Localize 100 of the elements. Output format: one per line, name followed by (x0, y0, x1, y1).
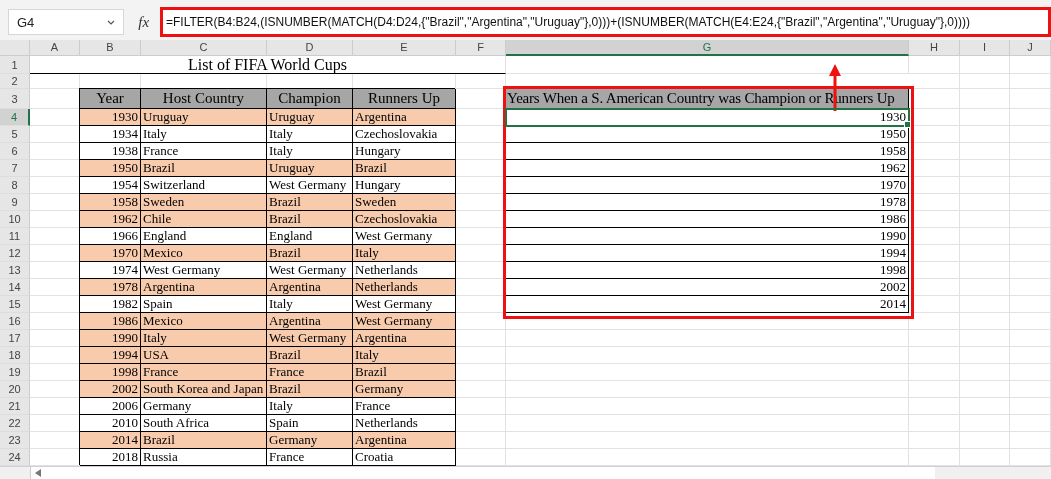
grid-cell[interactable] (909, 89, 960, 109)
grid-cell[interactable] (960, 143, 1010, 160)
grid-cell[interactable] (1010, 398, 1051, 415)
grid-cell[interactable] (909, 279, 960, 296)
grid-cell[interactable] (506, 330, 909, 347)
row-header[interactable]: 18 (0, 347, 30, 364)
row-header[interactable]: 6 (0, 143, 30, 160)
fill-handle[interactable] (904, 121, 911, 128)
grid-cell[interactable] (909, 211, 960, 228)
grid-cell[interactable] (456, 381, 506, 398)
grid-cell[interactable] (1010, 89, 1051, 109)
row-header[interactable]: 21 (0, 398, 30, 415)
grid-cell[interactable] (1010, 364, 1051, 381)
grid-cell[interactable] (909, 143, 960, 160)
grid-cell[interactable] (960, 194, 1010, 211)
column-header[interactable]: C (141, 40, 267, 56)
grid-cell[interactable] (909, 432, 960, 449)
grid-cell[interactable] (456, 74, 506, 89)
grid-cell[interactable] (1010, 143, 1051, 160)
grid-cell[interactable] (1010, 126, 1051, 143)
grid-cell[interactable] (506, 347, 909, 364)
column-header[interactable]: G (506, 40, 909, 56)
grid-cell[interactable] (909, 56, 960, 74)
grid-cell[interactable] (456, 364, 506, 381)
row-header[interactable]: 20 (0, 381, 30, 398)
grid-cell[interactable] (506, 432, 909, 449)
grid-cell[interactable] (30, 74, 80, 89)
row-header[interactable]: 9 (0, 194, 30, 211)
grid-cell[interactable] (960, 211, 1010, 228)
grid-cell[interactable] (1010, 279, 1051, 296)
column-header[interactable]: A (30, 40, 80, 56)
grid-cell[interactable] (1010, 330, 1051, 347)
row-header[interactable]: 13 (0, 262, 30, 279)
row-header[interactable]: 22 (0, 415, 30, 432)
grid-cell[interactable] (1010, 160, 1051, 177)
grid-cell[interactable] (909, 262, 960, 279)
grid-cell[interactable] (456, 432, 506, 449)
grid-cell[interactable] (506, 398, 909, 415)
grid-cell[interactable] (1010, 177, 1051, 194)
grid-cell[interactable] (506, 364, 909, 381)
grid-cell[interactable] (1010, 109, 1051, 126)
grid-cell[interactable] (1010, 296, 1051, 313)
grid-cell[interactable] (909, 245, 960, 262)
grid-cell[interactable] (960, 381, 1010, 398)
horizontal-scrollbar[interactable] (30, 467, 935, 479)
row-header[interactable]: 5 (0, 126, 30, 143)
grid-cell[interactable] (1010, 245, 1051, 262)
grid-cell[interactable] (909, 313, 960, 330)
column-header[interactable]: H (909, 40, 960, 56)
row-header[interactable]: 4 (0, 109, 30, 126)
grid-cell[interactable] (909, 347, 960, 364)
grid-cell[interactable] (909, 228, 960, 245)
grid-cell[interactable] (909, 126, 960, 143)
scroll-left-icon[interactable] (35, 469, 42, 477)
row-header[interactable]: 10 (0, 211, 30, 228)
grid-cell[interactable] (960, 347, 1010, 364)
grid-cell[interactable] (506, 415, 909, 432)
grid-cell[interactable] (960, 245, 1010, 262)
grid-cell[interactable] (960, 313, 1010, 330)
name-box[interactable]: G4 (8, 9, 125, 35)
grid-cell[interactable] (1010, 381, 1051, 398)
grid-cell[interactable] (909, 364, 960, 381)
row-header[interactable]: 11 (0, 228, 30, 245)
grid-cell[interactable] (960, 279, 1010, 296)
formula-field[interactable]: =FILTER(B4:B24,(ISNUMBER(MATCH(D4:D24,{"Brazil","Argentina","Uruguay"},0)))+(ISNUMBER(MATCH(E4:E24,{"Brazil","Argentina","Uruguay"},0)))) (160, 7, 1051, 37)
row-header[interactable]: 12 (0, 245, 30, 262)
grid-cell[interactable] (960, 160, 1010, 177)
grid-cell[interactable] (506, 313, 909, 330)
row-header[interactable]: 3 (0, 89, 30, 109)
row-header[interactable]: 2 (0, 74, 30, 89)
grid-cell[interactable] (909, 194, 960, 211)
select-all-corner[interactable] (0, 40, 30, 56)
grid-cell[interactable] (960, 126, 1010, 143)
column-header[interactable]: E (353, 40, 456, 56)
grid-cell[interactable] (1010, 415, 1051, 432)
grid-cell[interactable] (1010, 228, 1051, 245)
row-header[interactable]: 23 (0, 432, 30, 449)
grid-cell[interactable] (909, 177, 960, 194)
column-header[interactable]: I (960, 40, 1010, 56)
row-header[interactable]: 17 (0, 330, 30, 347)
grid-cell[interactable] (960, 364, 1010, 381)
grid-cell[interactable] (456, 398, 506, 415)
column-header[interactable]: J (1010, 40, 1051, 56)
grid-cell[interactable] (909, 398, 960, 415)
grid-cell[interactable] (960, 56, 1010, 74)
grid-cell[interactable] (909, 381, 960, 398)
grid-cell[interactable] (960, 74, 1010, 89)
column-header[interactable]: D (267, 40, 353, 56)
grid-cell[interactable] (960, 415, 1010, 432)
grid-cell[interactable] (960, 398, 1010, 415)
row-header[interactable]: 7 (0, 160, 30, 177)
row-header[interactable]: 8 (0, 177, 30, 194)
grid-cell[interactable] (960, 109, 1010, 126)
grid-cell[interactable] (1010, 313, 1051, 330)
row-header[interactable]: 1 (0, 56, 30, 74)
grid-cell[interactable] (909, 296, 960, 313)
grid-cell[interactable] (960, 262, 1010, 279)
column-header[interactable]: F (456, 40, 506, 56)
grid-cell[interactable] (909, 415, 960, 432)
grid-cell[interactable] (960, 296, 1010, 313)
